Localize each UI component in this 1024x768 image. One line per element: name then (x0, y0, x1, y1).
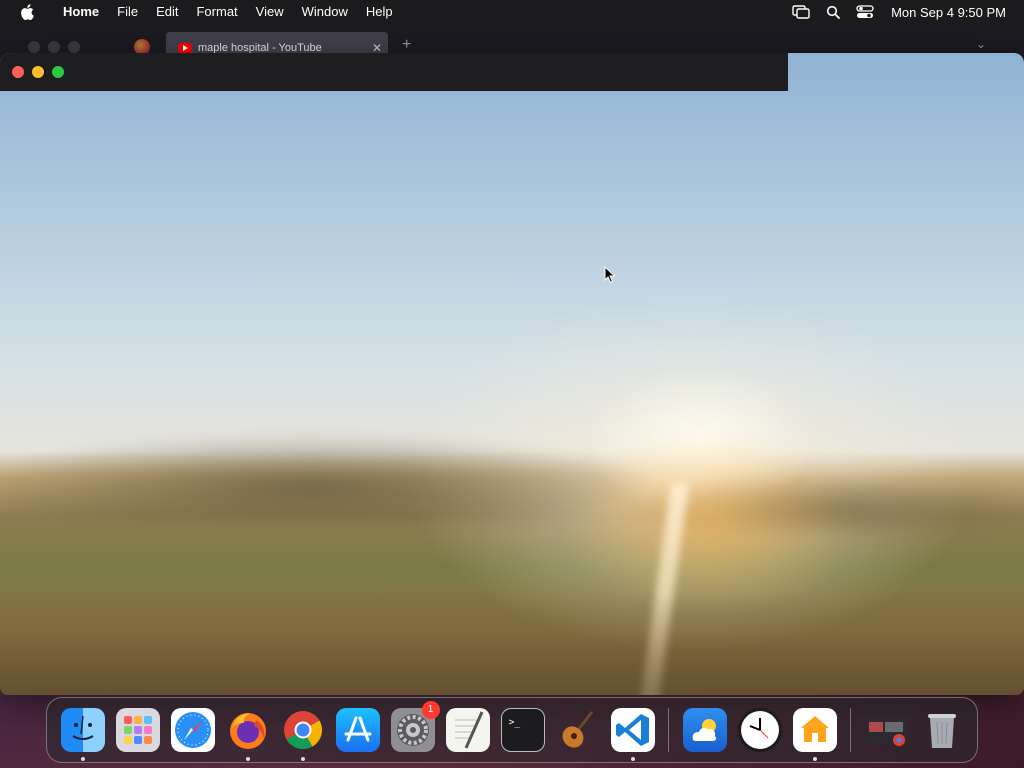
minimize-dot[interactable] (48, 41, 60, 53)
screen-mirroring-icon[interactable] (792, 4, 810, 20)
weather-icon (682, 708, 727, 752)
close-button[interactable] (12, 66, 24, 78)
terminal-icon: >_ (500, 708, 545, 752)
image-viewer-window (0, 53, 1024, 695)
minimize-button[interactable] (32, 66, 44, 78)
menu-edit[interactable]: Edit (147, 0, 187, 24)
dock-clock[interactable] (737, 708, 782, 752)
dock-launchpad[interactable] (115, 708, 160, 752)
window-titlebar[interactable] (0, 53, 788, 91)
menu-view[interactable]: View (247, 0, 293, 24)
finder-icon (60, 708, 105, 752)
spotlight-search-icon[interactable] (824, 4, 842, 20)
menu-format[interactable]: Format (187, 0, 246, 24)
dock-safari[interactable] (170, 708, 215, 752)
menu-clock[interactable]: Mon Sep 4 9:50 PM (881, 5, 1024, 20)
dock-textedit[interactable] (445, 708, 490, 752)
zoom-dot[interactable] (68, 41, 80, 53)
control-center-icon[interactable] (856, 4, 874, 20)
dock-chrome[interactable] (281, 708, 325, 761)
youtube-icon (178, 43, 192, 53)
safari-icon (170, 708, 215, 752)
dock-home[interactable] (792, 708, 837, 761)
dock-garageband[interactable] (556, 708, 600, 752)
vscode-icon (610, 708, 655, 752)
textedit-icon (445, 708, 490, 752)
app-store-icon (335, 708, 380, 752)
guitar-icon (556, 708, 600, 752)
dock-app-store[interactable] (335, 708, 380, 752)
firefox-icon (226, 708, 270, 752)
chrome-icon (281, 708, 325, 752)
menu-window[interactable]: Window (293, 0, 357, 24)
dock-vscode[interactable] (610, 708, 655, 761)
dock-trash[interactable] (920, 708, 964, 752)
new-tab-button[interactable]: + (402, 36, 411, 54)
tab-list-chevron-icon[interactable]: ⌄ (976, 37, 986, 51)
apple-menu-icon[interactable] (20, 4, 34, 20)
dock-downloads-stack[interactable] (865, 708, 909, 752)
running-indicator (300, 757, 305, 761)
running-indicator (630, 757, 635, 761)
downloads-stack-icon (865, 708, 909, 752)
photo-sun-glow (560, 433, 860, 613)
fullscreen-button[interactable] (52, 66, 64, 78)
clock-icon (737, 708, 782, 752)
running-indicator (245, 757, 250, 761)
dock-system-settings[interactable]: 1 (390, 701, 440, 752)
running-indicator (812, 757, 817, 761)
svg-text:>_: >_ (508, 717, 520, 728)
photo-field (0, 593, 1024, 695)
dock-separator (850, 708, 851, 752)
dock-separator (668, 708, 669, 752)
dock-terminal[interactable]: >_ (500, 708, 545, 752)
menu-app-name[interactable]: Home (54, 0, 108, 24)
menu-help[interactable]: Help (357, 0, 402, 24)
home-icon (792, 708, 837, 752)
dock-finder[interactable] (60, 708, 105, 761)
dock: 1 >_ (46, 697, 978, 763)
dock-weather[interactable] (682, 708, 727, 752)
notification-badge: 1 (421, 701, 440, 719)
menu-bar: Home File Edit Format View Window Help M… (0, 0, 1024, 24)
firefox-window-controls[interactable] (28, 41, 80, 53)
running-indicator (80, 757, 85, 761)
menu-file[interactable]: File (108, 0, 147, 24)
trash-icon (920, 708, 964, 752)
mouse-pointer-icon (604, 266, 616, 284)
dock-firefox[interactable] (226, 708, 270, 761)
close-dot[interactable] (28, 41, 40, 53)
launchpad-icon (115, 708, 160, 752)
